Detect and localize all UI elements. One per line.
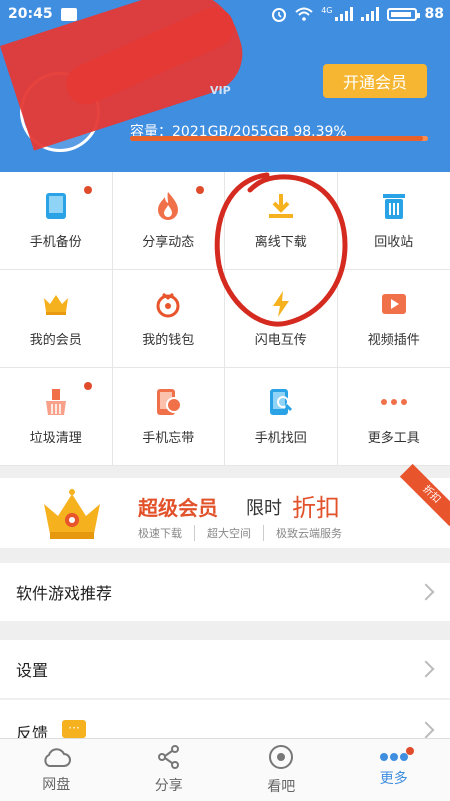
grid-item-label: 我的钱包 [142, 329, 194, 348]
cloud-icon [41, 746, 71, 768]
storage-progress-fill [130, 136, 423, 141]
grid-item-phone-recovery[interactable]: 手机找回 [225, 368, 338, 466]
trash-icon [379, 191, 409, 221]
status-indicators: 4G 88 [271, 6, 444, 22]
tab-watch[interactable]: 看吧 [225, 739, 338, 801]
wifi-icon [295, 7, 313, 21]
bottom-tab-bar: 网盘 分享 看吧 更多 [0, 738, 450, 801]
tab-netdisk[interactable]: 网盘 [0, 739, 113, 801]
broom-icon [41, 387, 71, 417]
grid-item-video-plugin[interactable]: 视频插件 [338, 270, 450, 368]
grid-item-more-tools[interactable]: 更多工具 [338, 368, 450, 466]
storage-progress-bar [130, 136, 428, 141]
promo-feature: 极速下载 [138, 525, 195, 541]
grid-item-junk-cleanup[interactable]: 垃圾清理 [0, 368, 113, 466]
tab-more[interactable]: 更多 [338, 739, 450, 801]
battery-icon [387, 8, 417, 21]
phone-search-icon [266, 387, 296, 417]
download-icon [266, 191, 296, 221]
grid-item-label: 手机忘带 [142, 427, 194, 446]
signal-icon-2 [361, 7, 379, 21]
chat-bubble-icon: ··· [62, 720, 86, 738]
video-play-icon [379, 289, 409, 319]
promo-feature: 超大空间 [195, 525, 264, 541]
list-item-label: 反馈 [16, 720, 48, 738]
tool-grid: 手机备份 分享动态 离线下载 回收站 我的会员 我的钱包 闪电互传 视频插件 垃… [0, 172, 450, 466]
vip-badge: VIP [210, 84, 231, 97]
grid-item-label: 离线下载 [255, 231, 307, 250]
eye-icon [268, 744, 294, 770]
grid-item-label: 闪电互传 [255, 329, 307, 348]
crown-icon [41, 289, 71, 319]
grid-item-label: 我的会员 [30, 329, 82, 348]
chevron-right-icon [418, 661, 435, 678]
tab-share[interactable]: 分享 [113, 739, 226, 801]
flame-icon [153, 191, 183, 221]
more-dots-icon [379, 752, 409, 762]
tab-label: 更多 [380, 768, 408, 788]
discount-ribbon: 折扣 [400, 464, 450, 526]
grid-item-phone-backup[interactable]: 手机备份 [0, 172, 113, 270]
crown-icon [40, 486, 104, 542]
list-item-settings[interactable]: 设置 [0, 640, 450, 698]
wallet-icon [153, 289, 183, 319]
promo-limited: 限时 [246, 494, 282, 520]
grid-item-label: 更多工具 [368, 427, 420, 446]
share-icon [157, 745, 181, 769]
alarm-icon [271, 6, 287, 22]
notification-dot [84, 186, 92, 194]
promo-feature: 极致云端服务 [264, 525, 354, 541]
promo-features: 极速下载 超大空间 极致云端服务 [138, 525, 354, 541]
notification-dot [196, 186, 204, 194]
grid-item-label: 回收站 [374, 231, 413, 250]
phone-icon [41, 191, 71, 221]
super-member-promo-banner[interactable]: 超级会员 限时 折扣 极速下载 超大空间 极致云端服务 折扣 [0, 478, 450, 548]
phone-cloud-icon [153, 387, 183, 417]
more-dots-icon [379, 387, 409, 417]
grid-item-flash-transfer[interactable]: 闪电互传 [225, 270, 338, 368]
message-icon [61, 8, 77, 21]
tab-label: 分享 [155, 775, 183, 795]
open-membership-button[interactable]: 开通会员 [323, 64, 427, 98]
chevron-right-icon [418, 722, 435, 738]
grid-item-phone-forgotten[interactable]: 手机忘带 [113, 368, 226, 466]
grid-item-my-wallet[interactable]: 我的钱包 [113, 270, 226, 368]
grid-item-label: 分享动态 [142, 231, 194, 250]
lightning-icon [266, 289, 296, 319]
tab-label: 看吧 [267, 776, 295, 796]
promo-title: 超级会员 [138, 492, 218, 521]
list-item-feedback[interactable]: 反馈 ··· [0, 700, 450, 738]
grid-item-label: 手机备份 [30, 231, 82, 250]
promo-discount: 折扣 [292, 488, 340, 523]
status-time: 20:45 [8, 6, 53, 22]
list-item-label: 设置 [16, 657, 48, 681]
grid-item-label: 视频插件 [368, 329, 420, 348]
chevron-right-icon [418, 584, 435, 601]
notification-dot [406, 747, 414, 755]
network-type: 4G [321, 6, 332, 15]
grid-item-offline-download[interactable]: 离线下载 [225, 172, 338, 270]
signal-icon-1 [335, 7, 353, 21]
grid-item-share-feed[interactable]: 分享动态 [113, 172, 226, 270]
list-item-label: 软件游戏推荐 [16, 580, 112, 604]
grid-item-label: 垃圾清理 [30, 427, 82, 446]
notification-dot [84, 382, 92, 390]
list-item-software-games[interactable]: 软件游戏推荐 [0, 563, 450, 621]
grid-item-recycle-bin[interactable]: 回收站 [338, 172, 450, 270]
grid-item-my-membership[interactable]: 我的会员 [0, 270, 113, 368]
grid-item-label: 手机找回 [255, 427, 307, 446]
account-header: VIP 开通会员 容量：2021GB/2055GB 98.39% [0, 28, 450, 172]
tab-label: 网盘 [42, 774, 70, 794]
battery-level: 88 [425, 6, 444, 22]
